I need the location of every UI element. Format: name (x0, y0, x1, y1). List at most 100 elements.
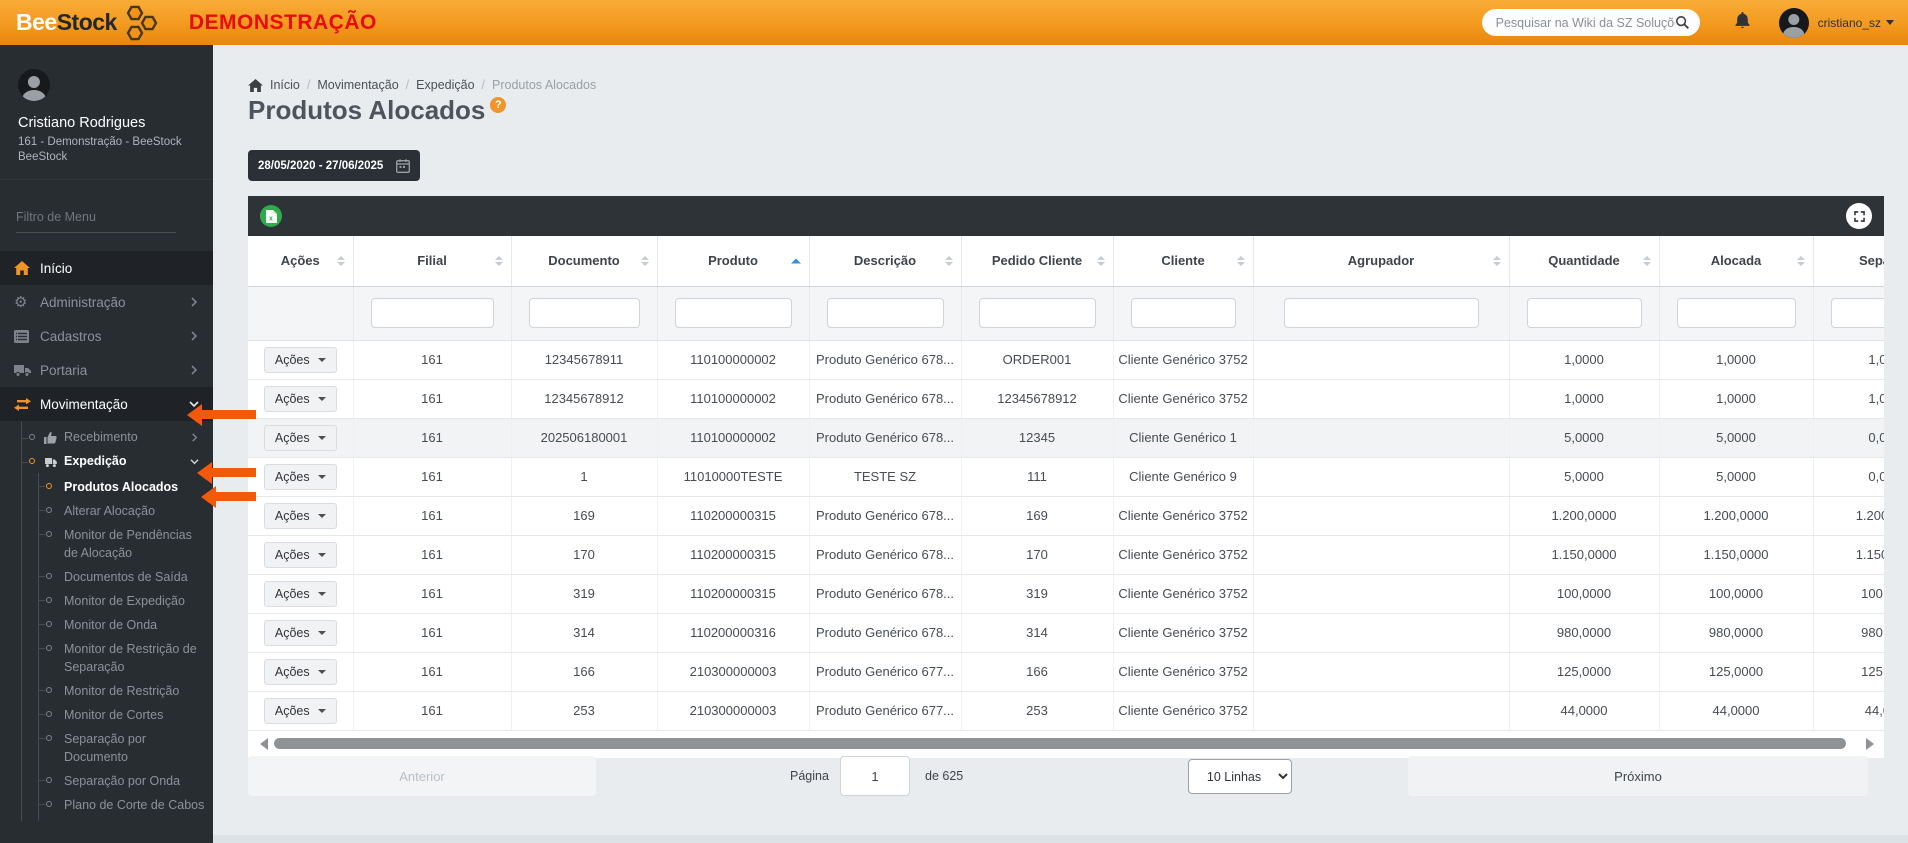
sidebar-subitem[interactable]: Documentos de Saída (39, 565, 206, 589)
column-header-agrupador[interactable]: Agrupador (1253, 236, 1510, 287)
row-actions-button[interactable]: Ações (263, 658, 337, 685)
row-actions-button[interactable]: Ações (263, 502, 337, 529)
filter-input-alocada[interactable] (1676, 298, 1796, 328)
row-actions-button[interactable]: Ações (263, 697, 337, 724)
row-actions-button[interactable]: Ações (263, 424, 337, 451)
column-header-filial[interactable]: Filial (353, 236, 512, 287)
row-actions-button[interactable]: Ações (263, 463, 337, 490)
column-header-descricao[interactable]: Descrição (809, 236, 962, 287)
menu-filter (0, 180, 213, 233)
row-actions-button[interactable]: Ações (263, 619, 337, 646)
sidebar-subitem[interactable]: Monitor de Expedição (39, 589, 206, 613)
column-header-produto[interactable]: Produto (657, 236, 810, 287)
cell-agrupador (1253, 574, 1510, 614)
sidebar-item-portaria[interactable]: Portaria (0, 353, 213, 387)
user-avatar[interactable] (1778, 7, 1809, 38)
fullscreen-icon (1853, 210, 1865, 222)
filter-input-produto[interactable] (674, 298, 792, 328)
pagination: Anterior Página de 625 10 Linhas Próximo (248, 756, 1884, 802)
breadcrumb-item-movimentacao[interactable]: Movimentação (317, 78, 398, 92)
scroll-right-arrow[interactable] (1866, 737, 1874, 750)
cell-descricao: Produto Genérico 678... (809, 340, 962, 380)
honeycomb-logo-icon (126, 5, 158, 40)
column-header-documento[interactable]: Documento (511, 236, 658, 287)
fullscreen-button[interactable] (1846, 203, 1872, 229)
sidebar-avatar[interactable] (18, 69, 50, 101)
column-header-alocada[interactable]: Alocada (1659, 236, 1814, 287)
sidebar-subitem[interactable]: Monitor de Cortes (39, 703, 206, 727)
cell-agrupador (1253, 691, 1510, 731)
sidebar-item-administracao[interactable]: ⚙ Administração (0, 285, 213, 319)
sidebar-subitem[interactable]: Monitor de Restrição de Separação (39, 637, 206, 679)
gears-icon: ⚙ (14, 293, 28, 311)
sidebar-subitem[interactable]: Monitor de Restrição (39, 679, 206, 703)
notifications-button[interactable] (1734, 11, 1751, 34)
cell-documento: 166 (511, 652, 658, 692)
cell-agrupador (1253, 418, 1510, 458)
sidebar-item-recebimento[interactable]: Recebimento (22, 425, 213, 449)
filter-input-agrupador[interactable] (1283, 298, 1479, 328)
sidebar-subitem[interactable]: Produtos Alocados (39, 475, 206, 499)
cell-pedido-cliente: 170 (961, 535, 1114, 575)
acoes-cell: Ações (248, 691, 354, 731)
filter-input-documento[interactable] (528, 298, 640, 328)
sidebar-subitem[interactable]: Alterar Alocação (39, 499, 206, 523)
cell-alocada: 1.200,0000 (1659, 496, 1814, 536)
filter-input-filial[interactable] (370, 298, 494, 328)
help-icon[interactable]: ? (490, 97, 507, 113)
column-header-acoes[interactable]: Ações (248, 236, 354, 287)
user-menu[interactable]: cristiano_sz (1818, 16, 1894, 30)
column-header-pedido-cliente[interactable]: Pedido Cliente (961, 236, 1114, 287)
breadcrumb-item-expedicao[interactable]: Expedição (416, 78, 474, 92)
scroll-left-arrow[interactable] (260, 737, 268, 750)
row-actions-button[interactable]: Ações (263, 385, 337, 412)
caret-down-icon (317, 591, 326, 596)
cell-agrupador (1253, 652, 1510, 692)
sidebar-subitem[interactable]: Monitor de Onda (39, 613, 206, 637)
page-number-input[interactable] (840, 756, 910, 796)
excel-icon: x (265, 209, 277, 223)
menu-filter-input[interactable] (16, 206, 176, 233)
next-page-button[interactable]: Próximo (1408, 756, 1868, 796)
filter-input-descricao[interactable] (826, 298, 944, 328)
cell-separada: 100,0000 (1813, 574, 1884, 614)
annotation-arrow-movimentacao (202, 410, 256, 419)
acoes-cell: Ações (248, 535, 354, 575)
column-header-separada[interactable]: Separada (1813, 236, 1884, 287)
breadcrumb: Início / Movimentação / Expedição / Prod… (248, 78, 596, 92)
filter-input-cliente[interactable] (1130, 298, 1236, 328)
filter-input-separada[interactable] (1830, 298, 1884, 328)
breadcrumb-item-inicio[interactable]: Início (270, 78, 300, 92)
column-header-cliente[interactable]: Cliente (1113, 236, 1254, 287)
sidebar-subitem[interactable]: Plano de Corte de Cabos (39, 793, 206, 817)
row-actions-button[interactable]: Ações (263, 541, 337, 568)
previous-page-button[interactable]: Anterior (248, 756, 596, 796)
row-actions-button[interactable]: Ações (263, 580, 337, 607)
scrollbar-track[interactable] (274, 738, 1860, 749)
sidebar-subitem[interactable]: Monitor de Pendências de Alocação (39, 523, 206, 565)
cell-agrupador (1253, 340, 1510, 380)
sidebar-subitem[interactable]: Separação por Onda (39, 769, 206, 793)
sidebar: Cristiano Rodrigues 161 - Demonstração -… (0, 45, 213, 843)
sidebar-item-cadastros[interactable]: Cadastros (0, 319, 213, 353)
sidebar-item-movimentacao[interactable]: Movimentação (0, 387, 213, 421)
date-range-picker[interactable]: 28/05/2020 - 27/06/2025 (248, 150, 420, 181)
wiki-search-input[interactable] (1495, 15, 1675, 30)
filter-input-pedido-cliente[interactable] (978, 298, 1096, 328)
sidebar-item-expedicao[interactable]: Expedição (22, 449, 213, 473)
caret-down-icon (317, 552, 326, 557)
filter-input-quantidade[interactable] (1526, 298, 1642, 328)
tree-bullet (29, 434, 35, 440)
acoes-cell: Ações (248, 496, 354, 536)
sidebar-item-inicio[interactable]: Início (0, 251, 213, 285)
search-icon[interactable] (1675, 15, 1690, 30)
brand-logo[interactable]: BeeStock (16, 2, 163, 44)
sidebar-subitem[interactable]: Separação por Documento (39, 727, 206, 769)
page-size-select[interactable]: 10 Linhas (1188, 759, 1292, 794)
scrollbar-thumb[interactable] (274, 738, 1846, 749)
export-excel-button[interactable]: x (260, 205, 282, 227)
column-header-quantidade[interactable]: Quantidade (1509, 236, 1660, 287)
breadcrumb-home-icon[interactable] (248, 78, 263, 92)
row-actions-button[interactable]: Ações (263, 346, 337, 373)
transfer-arrows-icon (14, 397, 40, 411)
